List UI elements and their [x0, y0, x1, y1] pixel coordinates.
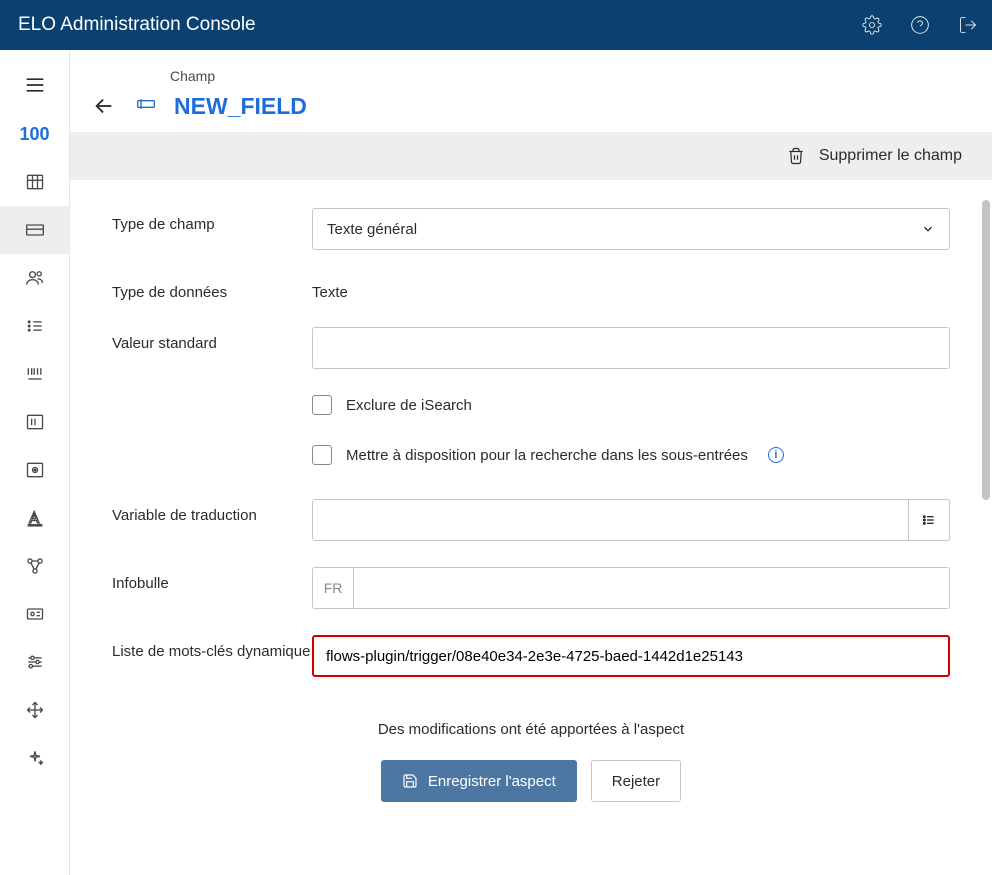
- page-header: Champ NEW_FIELD: [70, 50, 992, 132]
- sparkle-icon: [25, 748, 45, 768]
- sidebar-item-users[interactable]: [0, 254, 70, 302]
- logout-icon: [958, 15, 978, 35]
- media-icon: [25, 460, 45, 480]
- default-value-input[interactable]: [312, 327, 950, 369]
- arrow-left-icon: [93, 95, 115, 117]
- exclude-isearch-label: Exclure de iSearch: [346, 397, 472, 414]
- sidebar-count[interactable]: 100: [19, 110, 49, 158]
- barcode-icon: [25, 364, 45, 384]
- field-icon: [136, 94, 156, 118]
- list-icon: [25, 316, 45, 336]
- sidebar-item-barcode[interactable]: [0, 350, 70, 398]
- content-area: Champ NEW_FIELD Supprimer le champ Type …: [70, 50, 992, 875]
- app-title: ELO Administration Console: [18, 14, 256, 36]
- sliders-icon: [25, 652, 45, 672]
- move-icon: [25, 700, 45, 720]
- users-icon: [25, 268, 45, 288]
- sidebar-item-move[interactable]: [0, 686, 70, 734]
- default-value-label: Valeur standard: [112, 327, 312, 352]
- sub-search-label: Mettre à disposition pour la recherche d…: [346, 447, 748, 464]
- sidebar-item-id[interactable]: [0, 590, 70, 638]
- translation-var-label: Variable de traduction: [112, 499, 312, 524]
- id-icon: [25, 604, 45, 624]
- breadcrumb[interactable]: Champ: [170, 68, 972, 84]
- reject-label: Rejeter: [612, 773, 660, 790]
- form-area: Type de champ Texte général Type de donn…: [70, 180, 992, 875]
- field-type-value: Texte général: [327, 221, 417, 238]
- translation-var-input[interactable]: [312, 499, 909, 541]
- reject-button[interactable]: Rejeter: [591, 760, 681, 802]
- tooltip-input[interactable]: [353, 567, 950, 609]
- sidebar: 100: [0, 50, 70, 875]
- save-icon: [402, 773, 418, 789]
- save-label: Enregistrer l'aspect: [428, 773, 556, 790]
- info-icon[interactable]: i: [768, 447, 784, 463]
- data-type-value: Texte: [312, 276, 950, 301]
- field-type-label: Type de champ: [112, 208, 312, 233]
- footer: Des modifications ont été apportées à l'…: [112, 703, 950, 832]
- help-icon: [910, 15, 930, 35]
- changes-message: Des modifications ont été apportées à l'…: [112, 721, 950, 738]
- translation-var-picker[interactable]: [909, 499, 950, 541]
- hamburger-icon: [25, 77, 45, 93]
- sidebar-item-sparkle[interactable]: [0, 734, 70, 782]
- data-type-label: Type de données: [112, 276, 312, 301]
- top-bar: ELO Administration Console: [0, 0, 992, 50]
- settings-button[interactable]: [848, 0, 896, 50]
- help-button[interactable]: [896, 0, 944, 50]
- list-picker-icon: [921, 512, 937, 528]
- panel-icon: [25, 412, 45, 432]
- page-title: NEW_FIELD: [174, 93, 307, 120]
- chevron-down-icon: [921, 222, 935, 236]
- font-icon: [25, 508, 45, 528]
- workflow-icon: [25, 556, 45, 576]
- tooltip-lang: FR: [312, 567, 353, 609]
- back-button[interactable]: [90, 92, 118, 120]
- sidebar-item-workflow[interactable]: [0, 542, 70, 590]
- save-aspect-button[interactable]: Enregistrer l'aspect: [381, 760, 577, 802]
- sub-search-checkbox[interactable]: [312, 445, 332, 465]
- delete-label: Supprimer le champ: [819, 147, 962, 165]
- dynamic-keywords-label: Liste de mots-clés dynamique: [112, 635, 312, 660]
- topbar-actions: [848, 0, 992, 50]
- field-type-select[interactable]: Texte général: [312, 208, 950, 250]
- scrollbar-thumb[interactable]: [982, 200, 990, 500]
- menu-toggle[interactable]: [0, 60, 70, 110]
- trash-icon: [787, 147, 805, 165]
- sidebar-item-media[interactable]: [0, 446, 70, 494]
- gear-icon: [862, 15, 882, 35]
- sidebar-item-panel[interactable]: [0, 398, 70, 446]
- table-icon: [25, 172, 45, 192]
- sidebar-item-card[interactable]: [0, 206, 70, 254]
- logout-button[interactable]: [944, 0, 992, 50]
- dynamic-keywords-input[interactable]: [312, 635, 950, 677]
- tooltip-label: Infobulle: [112, 567, 312, 592]
- exclude-isearch-checkbox[interactable]: [312, 395, 332, 415]
- sidebar-item-font[interactable]: [0, 494, 70, 542]
- card-icon: [25, 220, 45, 240]
- sidebar-item-sliders[interactable]: [0, 638, 70, 686]
- delete-field-button[interactable]: Supprimer le champ: [70, 132, 992, 180]
- sidebar-item-list[interactable]: [0, 302, 70, 350]
- sidebar-item-table[interactable]: [0, 158, 70, 206]
